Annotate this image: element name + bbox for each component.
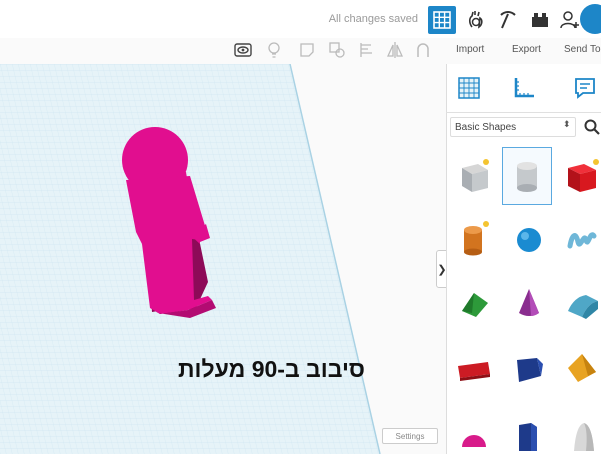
paraboloid-icon	[574, 423, 594, 451]
shape-box[interactable]	[555, 147, 601, 205]
cylinder-hole-icon	[517, 162, 537, 192]
shape-text[interactable]	[447, 337, 497, 395]
box-hole-icon	[462, 159, 489, 192]
cone-icon	[519, 289, 539, 316]
build-button[interactable]	[494, 6, 522, 34]
shape-paraboloid[interactable]	[555, 402, 601, 460]
workplane-area[interactable]	[0, 64, 446, 454]
grid-view-button[interactable]	[428, 6, 456, 34]
lego-button[interactable]	[526, 6, 554, 34]
cylinder-icon	[464, 221, 489, 256]
pyramid-icon	[568, 354, 596, 382]
export-button[interactable]: Export	[512, 44, 541, 55]
save-status: All changes saved	[328, 13, 418, 25]
pickaxe-icon	[500, 11, 516, 29]
polygon-icon	[519, 423, 537, 451]
search-icon[interactable]	[583, 118, 601, 136]
shape-round-roof[interactable]	[555, 272, 601, 330]
shape-category-select[interactable]: Basic Shapes	[450, 117, 576, 137]
half-sphere-icon	[462, 435, 486, 447]
shape-pyramid[interactable]	[555, 337, 601, 395]
scribble-icon	[567, 232, 597, 249]
shape-box-hole[interactable]	[447, 147, 497, 205]
workplane-icon[interactable]	[457, 76, 481, 100]
add-user-icon	[560, 11, 579, 29]
mirror-icon[interactable]	[386, 41, 404, 59]
lego-brick-icon	[532, 13, 548, 27]
round-roof-icon	[568, 295, 598, 319]
text-icon	[458, 362, 490, 381]
shape-cone[interactable]	[502, 272, 552, 330]
select-updown-icon: ⬍	[563, 119, 571, 129]
shape-roof[interactable]	[447, 272, 497, 330]
sphere-icon	[517, 228, 541, 252]
tinker-button[interactable]	[462, 6, 490, 34]
shape-scribble[interactable]	[555, 207, 601, 265]
ruler-icon[interactable]	[512, 76, 536, 100]
shape-cylinder-hole[interactable]	[502, 147, 552, 205]
notes-icon[interactable]	[573, 76, 597, 100]
rotation-caption: סיבוב ב-90 מעלות	[178, 356, 365, 382]
shape-sphere[interactable]	[502, 207, 552, 265]
shape-cylinder[interactable]	[447, 207, 497, 265]
shape-half-sphere[interactable]	[447, 402, 497, 460]
align-icon[interactable]	[358, 41, 376, 59]
prism-icon	[517, 358, 543, 382]
group-icon[interactable]	[328, 41, 346, 59]
lightbulb-icon[interactable]	[265, 41, 283, 59]
tinker-icon	[468, 11, 483, 29]
workplane-grid[interactable]	[0, 64, 446, 454]
shape-prism[interactable]	[502, 337, 552, 395]
settings-button[interactable]: Settings	[382, 428, 438, 444]
import-button[interactable]: Import	[456, 44, 484, 55]
box-icon	[568, 159, 599, 192]
grid-view-icon	[433, 11, 451, 29]
send-to-button[interactable]: Send To	[564, 44, 601, 55]
show-all-icon[interactable]	[234, 41, 252, 59]
note-icon[interactable]	[298, 41, 316, 59]
roof-icon	[462, 293, 488, 317]
shape-polygon[interactable]	[502, 402, 552, 460]
magnet-icon[interactable]	[414, 41, 432, 59]
shape-category-label: Basic Shapes	[455, 121, 517, 133]
